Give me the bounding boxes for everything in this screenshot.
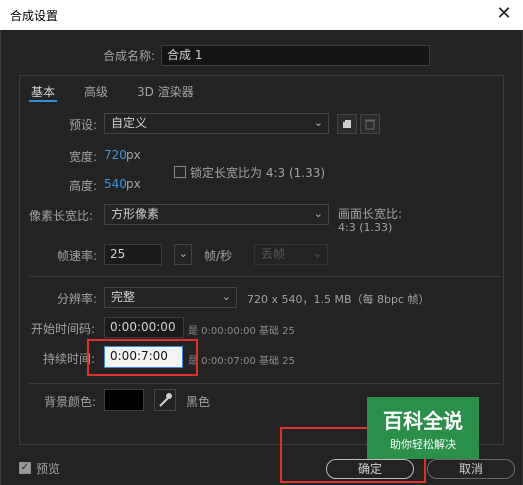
- trash-icon: [365, 119, 375, 130]
- pixel-aspect-value: 方形像素: [111, 207, 160, 221]
- watermark-subtitle: 助你轻松解决: [390, 438, 456, 451]
- preset-value: 自定义: [111, 116, 148, 130]
- comp-name-input[interactable]: 合成 1: [161, 45, 430, 66]
- pixel-aspect-label: 像素长宽比:: [29, 209, 94, 223]
- title-bar: 合成设置 ✕: [0, 0, 523, 30]
- active-tab-indicator: [29, 100, 57, 102]
- watermark-title: 百科全说: [383, 409, 463, 433]
- watermark-badge: 百科全说 助你轻松解决: [367, 397, 479, 459]
- frame-rate-input[interactable]: 25: [104, 244, 162, 265]
- pixel-aspect-select[interactable]: 方形像素 ⌄: [104, 204, 329, 225]
- drop-frame-value: 丢帧: [261, 247, 286, 261]
- chevron-down-icon: ⌄: [221, 290, 231, 303]
- cancel-button[interactable]: 取消: [427, 459, 515, 479]
- tab-basic[interactable]: 基本: [31, 83, 55, 100]
- frame-rate-label: 帧速率:: [57, 249, 98, 263]
- height-unit: px: [126, 177, 141, 191]
- lock-aspect-checkbox[interactable]: [174, 166, 186, 178]
- chevron-down-icon: ⌄: [312, 247, 322, 260]
- frame-rate-unit: 帧/秒: [204, 249, 233, 263]
- comp-name-label: 合成名称:: [103, 49, 156, 63]
- background-color-name: 黑色: [186, 395, 211, 409]
- resolution-label: 分辨率:: [57, 292, 98, 306]
- tab-advanced[interactable]: 高级: [84, 83, 108, 100]
- width-label: 宽度:: [69, 150, 98, 164]
- chevron-down-icon: ⌄: [313, 207, 323, 220]
- drop-frame-select: 丢帧 ⌄: [254, 244, 328, 265]
- save-preset-button[interactable]: [337, 114, 357, 134]
- resolution-value: 完整: [111, 290, 136, 304]
- background-color-label: 背景颜色:: [44, 395, 97, 409]
- delete-preset-button[interactable]: [360, 114, 380, 134]
- width-unit: px: [126, 148, 141, 162]
- duration-highlight: [87, 339, 198, 376]
- height-value[interactable]: 540: [104, 177, 127, 191]
- save-preset-icon: [342, 119, 351, 128]
- window-title: 合成设置: [10, 9, 59, 23]
- divider: [29, 276, 500, 277]
- start-timecode-input[interactable]: 0:00:00:00: [104, 317, 184, 338]
- width-value[interactable]: 720: [104, 148, 127, 162]
- eyedropper-button[interactable]: [154, 389, 176, 411]
- eyedropper-icon: [159, 393, 172, 407]
- start-timecode-label: 开始时间码:: [31, 322, 96, 336]
- preset-label: 预设:: [69, 118, 98, 132]
- resolution-info: 720 x 540，1.5 MB（每 8bpc 帧）: [247, 293, 430, 306]
- chevron-down-icon: ⌄: [178, 247, 188, 260]
- resolution-select[interactable]: 完整 ⌄: [104, 287, 237, 308]
- chevron-down-icon: ⌄: [313, 116, 323, 129]
- close-icon[interactable]: ✕: [493, 2, 515, 26]
- height-label: 高度:: [69, 179, 98, 193]
- divider: [29, 383, 500, 384]
- preview-label: 预览: [36, 462, 61, 476]
- frame-aspect-value: 4:3 (1.33): [338, 221, 393, 234]
- lock-aspect-label: 锁定长宽比为 4:3 (1.33): [190, 166, 326, 180]
- start-timecode-note: 是 0:00:00:00 基础 25: [188, 326, 295, 337]
- preview-checkbox[interactable]: ✓: [19, 462, 31, 474]
- preset-select[interactable]: 自定义 ⌄: [104, 113, 329, 134]
- tab-3d-renderer[interactable]: 3D 渲染器: [137, 83, 194, 100]
- frame-aspect-label: 画面长宽比:: [338, 207, 403, 221]
- background-color-swatch[interactable]: [104, 389, 144, 411]
- frame-rate-dropdown[interactable]: ⌄: [174, 244, 192, 265]
- duration-note: 是 0:00:07:00 基础 25: [188, 356, 295, 367]
